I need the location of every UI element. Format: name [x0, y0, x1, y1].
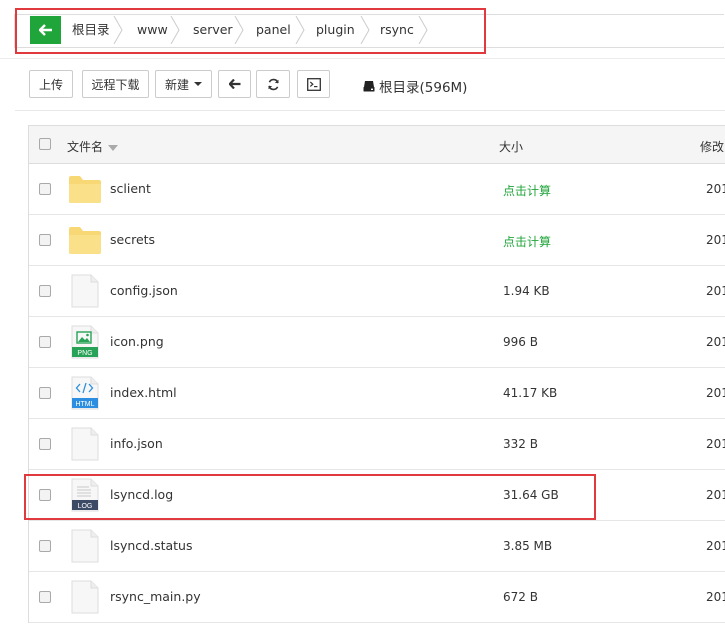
file-name[interactable]: lsyncd.log	[110, 487, 173, 502]
divider	[15, 110, 725, 111]
file-name[interactable]: index.html	[110, 385, 177, 400]
file-size: 332 B	[503, 437, 538, 451]
select-all-checkbox[interactable]	[39, 138, 51, 150]
log-badge-text: LOG	[78, 503, 93, 510]
file-date: 201	[706, 437, 725, 451]
row-checkbox[interactable]	[39, 489, 51, 501]
file-name[interactable]: rsync_main.py	[110, 589, 201, 604]
file-date: 201	[706, 284, 725, 298]
file-icon	[71, 427, 99, 461]
file-date: 201	[706, 590, 725, 604]
terminal-icon	[306, 77, 321, 91]
row-checkbox[interactable]	[39, 591, 51, 603]
terminal-button[interactable]	[297, 70, 330, 98]
file-date: 201	[706, 386, 725, 400]
png-image-icon: PNG	[71, 325, 99, 359]
row-checkbox[interactable]	[39, 183, 51, 195]
log-file-icon: LOG	[71, 478, 99, 512]
refresh-icon	[267, 78, 279, 90]
file-name[interactable]: lsyncd.status	[110, 538, 193, 553]
disk-usage-label: 根目录(596M)	[379, 80, 468, 96]
file-date: 201	[706, 335, 725, 349]
file-name[interactable]: secrets	[110, 232, 155, 247]
file-size: 996 B	[503, 335, 538, 349]
row-checkbox[interactable]	[39, 387, 51, 399]
table-row[interactable]: lsyncd.status 3.85 MB 201	[29, 521, 725, 572]
calculate-size-link[interactable]: 点击计算	[503, 233, 551, 250]
file-table: 文件名 大小 修改 sclient 点击计算 201 secrets 点击计算 …	[28, 125, 725, 623]
file-toolbar: 上传 远程下载 新建 根目录(596M)	[0, 58, 725, 110]
file-name[interactable]: config.json	[110, 283, 178, 298]
new-label: 新建	[164, 77, 189, 92]
file-icon	[71, 529, 99, 563]
table-row[interactable]: info.json 332 B 201	[29, 419, 725, 470]
calculate-size-link[interactable]: 点击计算	[503, 182, 551, 199]
remote-download-button[interactable]: 远程下载	[82, 70, 149, 98]
file-date: 201	[706, 182, 725, 196]
table-row[interactable]: LOG lsyncd.log 31.64 GB 201	[29, 470, 725, 521]
disk-usage: 根目录(596M)	[363, 76, 467, 96]
size-column-header[interactable]: 大小	[499, 138, 523, 155]
file-name[interactable]: icon.png	[110, 334, 164, 349]
back-button[interactable]	[218, 70, 251, 98]
table-row[interactable]: PNG icon.png 996 B 201	[29, 317, 725, 368]
arrow-left-icon	[228, 79, 240, 89]
refresh-button[interactable]	[256, 70, 290, 98]
new-dropdown-button[interactable]: 新建	[155, 70, 212, 98]
table-header: 文件名 大小 修改	[29, 126, 725, 164]
file-size: 672 B	[503, 590, 538, 604]
file-date: 201	[706, 539, 725, 553]
table-row[interactable]: config.json 1.94 KB 201	[29, 266, 725, 317]
html-badge-text: HTML	[75, 401, 94, 408]
name-column-header[interactable]: 文件名	[67, 138, 119, 155]
folder-icon	[69, 176, 101, 203]
modified-column-header[interactable]: 修改	[700, 138, 724, 155]
row-checkbox[interactable]	[39, 285, 51, 297]
file-icon	[71, 580, 99, 614]
html-code-icon: HTML	[71, 376, 99, 410]
breadcrumb-highlight-box	[15, 8, 486, 54]
upload-button[interactable]: 上传	[29, 70, 73, 98]
file-name[interactable]: sclient	[110, 181, 151, 196]
file-size: 1.94 KB	[503, 284, 550, 298]
sort-down-icon	[108, 144, 119, 151]
folder-icon	[69, 227, 101, 254]
file-icon	[71, 274, 99, 308]
row-checkbox[interactable]	[39, 540, 51, 552]
file-size: 3.85 MB	[503, 539, 553, 553]
caret-down-icon	[194, 82, 202, 86]
hard-drive-icon	[363, 81, 375, 92]
table-row[interactable]: HTML index.html 41.17 KB 201	[29, 368, 725, 419]
row-checkbox[interactable]	[39, 234, 51, 246]
table-row[interactable]: rsync_main.py 672 B 201	[29, 572, 725, 623]
table-row[interactable]: sclient 点击计算 201	[29, 164, 725, 215]
file-size: 41.17 KB	[503, 386, 558, 400]
table-row[interactable]: secrets 点击计算 201	[29, 215, 725, 266]
file-name[interactable]: info.json	[110, 436, 163, 451]
png-badge-text: PNG	[77, 350, 92, 357]
name-header-label: 文件名	[67, 140, 104, 154]
file-size: 31.64 GB	[503, 488, 559, 502]
file-date: 201	[706, 488, 725, 502]
row-checkbox[interactable]	[39, 438, 51, 450]
row-checkbox[interactable]	[39, 336, 51, 348]
file-date: 201	[706, 233, 725, 247]
